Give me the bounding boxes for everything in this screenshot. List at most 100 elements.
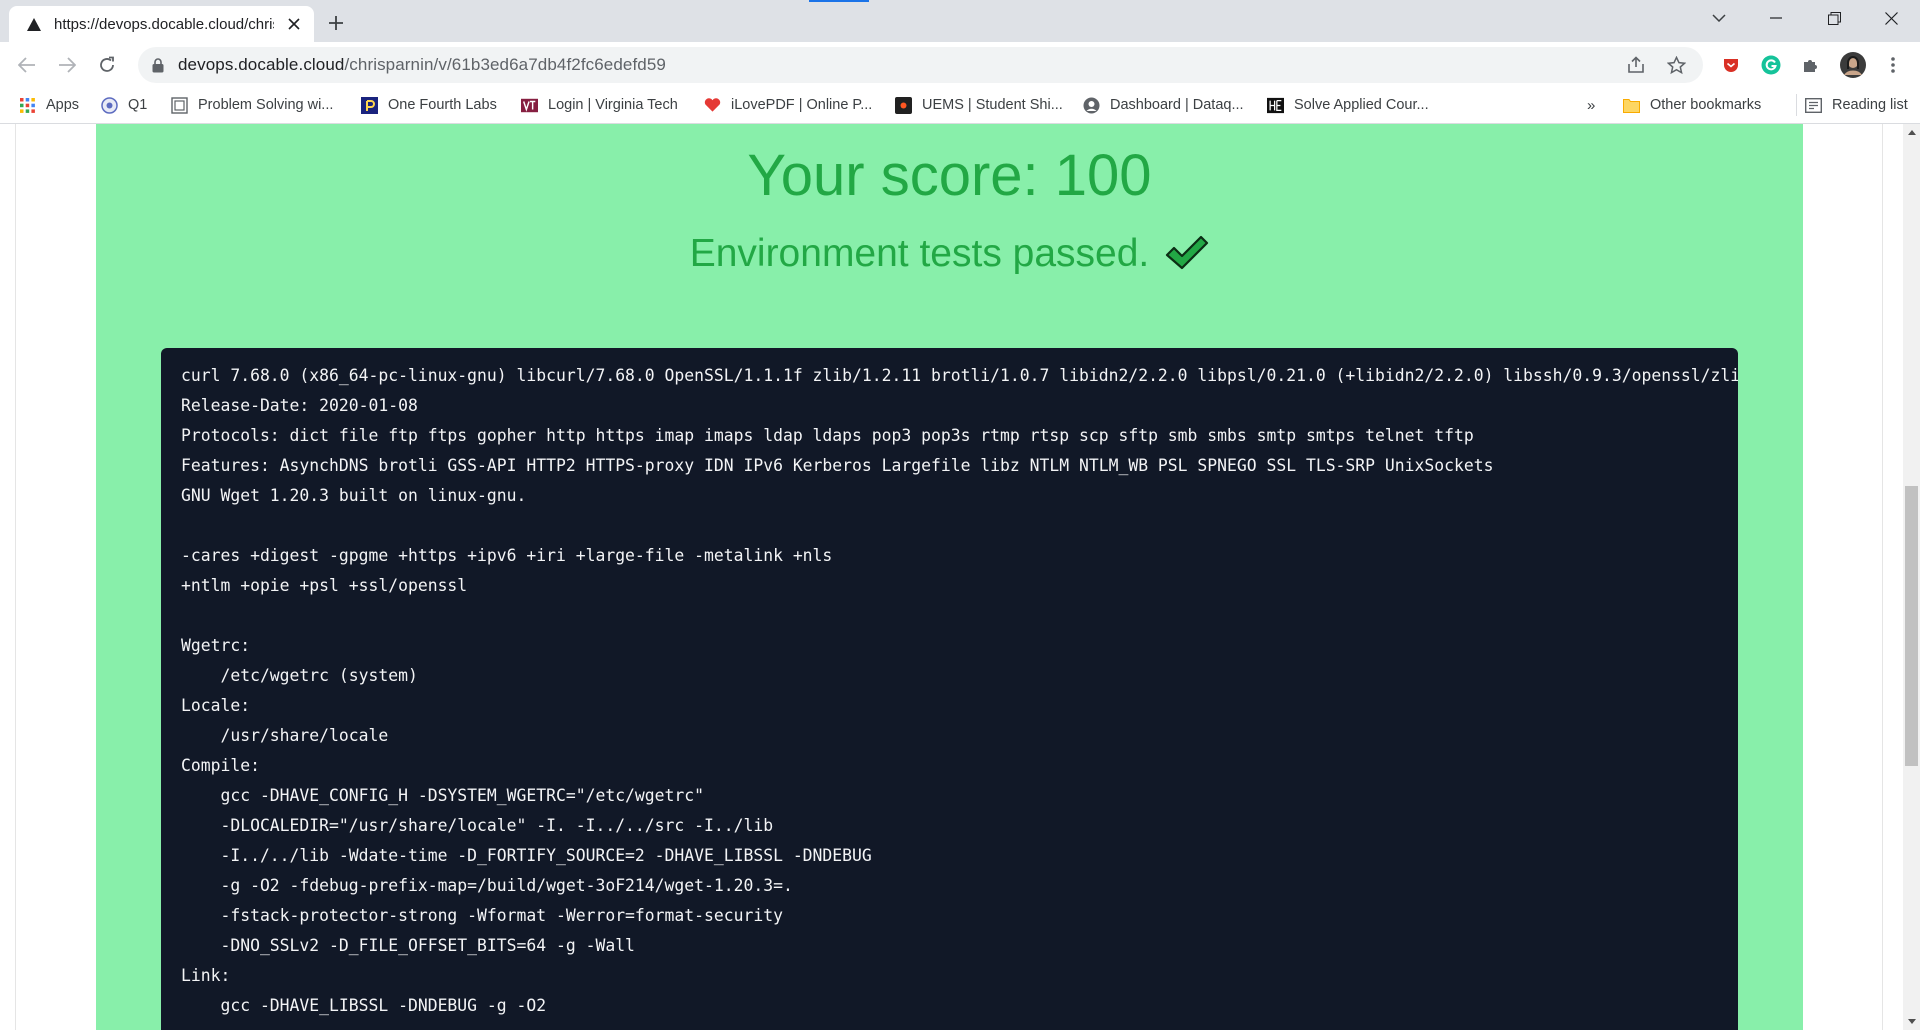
bookmarks-bar: Apps Q1 Problem Solving wi... One Fourth… (0, 88, 1920, 124)
bookmark-one-fourth-labs[interactable]: One Fourth Labs (361, 94, 497, 116)
bookmark-uems[interactable]: UEMS | Student Shi... (895, 94, 1063, 116)
browser-tab-active[interactable]: https://devops.docable.cloud/chrisparnin… (9, 6, 314, 42)
arrow-right-icon (59, 57, 76, 73)
reading-list[interactable]: Reading list (1796, 94, 1908, 116)
bookmark-dataquest[interactable]: Dashboard | Dataq... (1083, 94, 1244, 116)
profile-avatar[interactable] (1839, 51, 1867, 79)
terminal-line: -g -O2 -fdebug-prefix-map=/build/wget-3o… (181, 876, 793, 895)
close-icon (1884, 11, 1898, 25)
terminal-line: gcc -DHAVE_LIBSSL -DNDEBUG -g -O2 (181, 996, 547, 1015)
bookmark-label: Problem Solving wi... (198, 97, 334, 113)
chevron-down-icon (1712, 14, 1726, 22)
address-bar[interactable]: devops.docable.cloud/chrisparnin/v/61b3e… (138, 47, 1703, 83)
more-vertical-icon (1891, 57, 1895, 73)
hackerearth-favicon (1267, 97, 1284, 114)
triangle-up-icon (1907, 130, 1916, 135)
dataquest-favicon (1083, 97, 1100, 114)
result-panel: Your score: 100 Environment tests passed… (96, 124, 1803, 1030)
bookmark-label: Apps (46, 97, 80, 113)
terminal-output: curl 7.68.0 (x86_64-pc-linux-gnu) libcur… (161, 348, 1738, 1030)
page-favicon (171, 96, 188, 114)
bookmark-label: iLovePDF | Online P... (731, 97, 873, 113)
terminal-line: -fstack-protector-strong -Wformat -Werro… (181, 906, 783, 925)
environment-status: Environment tests passed. (96, 232, 1803, 276)
bookmark-ilovepdf[interactable]: iLovePDF | Online P... (704, 94, 872, 116)
terminal-lines: curl 7.68.0 (x86_64-pc-linux-gnu) libcur… (181, 361, 1738, 1021)
vertical-scrollbar[interactable] (1903, 124, 1920, 1030)
terminal-line: gcc -DHAVE_CONFIG_H -DSYSTEM_WGETRC="/et… (181, 786, 705, 805)
new-tab-button[interactable] (322, 9, 350, 37)
plus-icon (329, 16, 343, 30)
terminal-line: GNU Wget 1.20.3 built on linux-gnu. (181, 486, 527, 505)
loading-indicator (809, 0, 869, 2)
chrome-menu-button[interactable] (1879, 51, 1907, 79)
lock-icon[interactable] (150, 57, 166, 73)
minimize-button[interactable] (1753, 0, 1799, 36)
terminal-line: -DLOCALEDIR="/usr/share/locale" -I. -I..… (181, 816, 774, 835)
arrow-left-icon (18, 57, 35, 73)
bookmark-label: Dashboard | Dataq... (1110, 97, 1244, 113)
terminal-line: Locale: (181, 696, 251, 715)
scrollbar-thumb[interactable] (1905, 486, 1918, 766)
heart-favicon (704, 97, 721, 114)
terminal-line: Compile: (181, 756, 260, 775)
close-icon[interactable] (284, 14, 304, 34)
terminal-line: Release-Date: 2020-01-08 (181, 396, 418, 415)
reload-button[interactable] (91, 49, 123, 81)
reading-list-icon (1805, 97, 1822, 114)
warning-triangle-icon (26, 16, 42, 32)
url-text[interactable]: devops.docable.cloud/chrisparnin/v/61b3e… (178, 55, 666, 75)
terminal-line: /usr/share/locale (181, 726, 389, 745)
back-button[interactable] (11, 49, 43, 81)
bookmark-label: Login | Virginia Tech (548, 97, 678, 113)
terminal-line: Link: (181, 966, 231, 985)
restore-button[interactable] (1811, 0, 1857, 36)
triangle-down-icon (1907, 1019, 1916, 1024)
other-bookmarks[interactable]: Other bookmarks (1623, 94, 1761, 116)
share-icon[interactable] (1624, 53, 1648, 77)
grammarly-icon[interactable] (1757, 51, 1785, 79)
page-border-left (15, 124, 16, 1030)
browser-toolbar: devops.docable.cloud/chrisparnin/v/61b3e… (0, 42, 1920, 88)
scroll-down-arrow[interactable] (1903, 1013, 1920, 1030)
bookmarks-overflow-button[interactable]: » (1587, 94, 1595, 116)
uems-favicon (895, 96, 912, 114)
extension-shield-icon[interactable] (1717, 51, 1745, 79)
q1-favicon (101, 96, 118, 114)
terminal-line: -I../../lib -Wdate-time -D_FORTIFY_SOURC… (181, 846, 872, 865)
terminal-line: Protocols: dict file ftp ftps gopher htt… (181, 426, 1474, 445)
score-heading: Your score: 100 (747, 143, 1152, 208)
page-viewport: Your score: 100 Environment tests passed… (0, 124, 1903, 1030)
bookmark-label: Reading list (1832, 97, 1908, 113)
scroll-up-arrow[interactable] (1903, 124, 1920, 141)
bookmark-apps[interactable]: Apps (19, 94, 79, 116)
forward-button[interactable] (51, 49, 83, 81)
status-text: Environment tests passed. (689, 232, 1150, 275)
terminal-line: -DNO_SSLv2 -D_FILE_OFFSET_BITS=64 -g -Wa… (181, 936, 635, 955)
terminal-line: +ntlm +opie +psl +ssl/openssl (181, 576, 468, 595)
url-host: devops.docable.cloud (178, 55, 345, 74)
tab-search-button[interactable] (1696, 0, 1742, 36)
bookmark-label: Q1 (128, 97, 148, 113)
folder-icon (1623, 97, 1640, 114)
close-window-button[interactable] (1868, 0, 1914, 36)
reload-icon (100, 56, 114, 72)
url-path: /chrisparnin/v/61b3ed6a7db4f2fc6edefd59 (344, 55, 666, 74)
checkmark-icon (1166, 235, 1209, 270)
minimize-icon (1770, 17, 1782, 19)
terminal-line: Wgetrc: (181, 636, 251, 655)
star-bookmark-icon[interactable] (1664, 53, 1688, 77)
bookmark-problem-solving[interactable]: Problem Solving wi... (171, 94, 333, 116)
bookmark-solve-applied[interactable]: Solve Applied Cour... (1267, 94, 1429, 116)
bookmark-q1[interactable]: Q1 (101, 94, 147, 116)
bookmark-virginia-tech[interactable]: Login | Virginia Tech (521, 94, 678, 116)
onefourth-favicon (361, 96, 378, 114)
terminal-line: Features: AsynchDNS brotli GSS-API HTTP2… (181, 456, 1494, 475)
tab-strip: https://devops.docable.cloud/chrisparnin… (0, 0, 1920, 42)
avatar-icon (1840, 52, 1866, 78)
bookmark-label: One Fourth Labs (388, 97, 497, 113)
extensions-puzzle-icon[interactable] (1797, 51, 1825, 79)
bookmark-label: UEMS | Student Shi... (922, 97, 1063, 113)
